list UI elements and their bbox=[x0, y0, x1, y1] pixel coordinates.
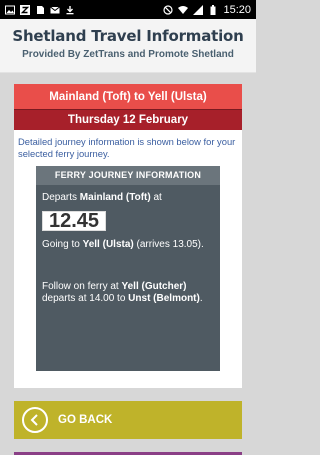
journey-date: Thursday 12 February bbox=[14, 109, 242, 130]
journey-card: Mainland (Toft) to Yell (Ulsta) Thursday… bbox=[14, 84, 242, 388]
departure-time: 12.45 bbox=[42, 211, 107, 231]
wifi-icon bbox=[178, 5, 189, 15]
route-title: Mainland (Toft) to Yell (Ulsta) bbox=[14, 84, 242, 109]
ferry-info-panel: FERRY JOURNEY INFORMATION Departs Mainla… bbox=[36, 166, 220, 371]
go-back-label: GO BACK bbox=[58, 414, 113, 426]
ferry-info-heading: FERRY JOURNEY INFORMATION bbox=[36, 166, 220, 185]
mail-icon bbox=[50, 5, 60, 15]
zettrans-icon bbox=[20, 4, 30, 15]
follow-on-destination: Unst (Belmont) bbox=[128, 293, 200, 304]
do-not-disturb-icon bbox=[163, 4, 174, 15]
status-time: 15:20 bbox=[223, 3, 251, 16]
departs-line: Departs Mainland (Toft) at bbox=[42, 192, 162, 203]
status-bar: 15:20 bbox=[0, 0, 256, 19]
going-to-line: Going to Yell (Ulsta) (arrives 13.05). bbox=[42, 239, 204, 250]
download-icon bbox=[65, 5, 75, 15]
destination-place: Yell (Ulsta) bbox=[82, 239, 134, 250]
image-icon bbox=[5, 5, 15, 15]
back-chevron-icon bbox=[22, 407, 48, 433]
battery-icon bbox=[208, 4, 218, 15]
follow-on-place: Yell (Gutcher) bbox=[121, 281, 187, 292]
page-title: Shetland Travel Information bbox=[12, 27, 244, 45]
follow-on-line: Follow on ferry at Yell (Gutcher) depart… bbox=[42, 281, 203, 304]
go-back-button[interactable]: GO BACK bbox=[14, 401, 242, 439]
app-header: Shetland Travel Information Provided By … bbox=[0, 19, 256, 73]
journey-intro-text: Detailed journey information is shown be… bbox=[18, 136, 236, 159]
sd-card-icon bbox=[35, 5, 45, 15]
signal-icon bbox=[193, 4, 204, 15]
page-subtitle: Provided By ZetTrans and Promote Shetlan… bbox=[22, 49, 234, 60]
departs-place: Mainland (Toft) bbox=[79, 192, 151, 203]
